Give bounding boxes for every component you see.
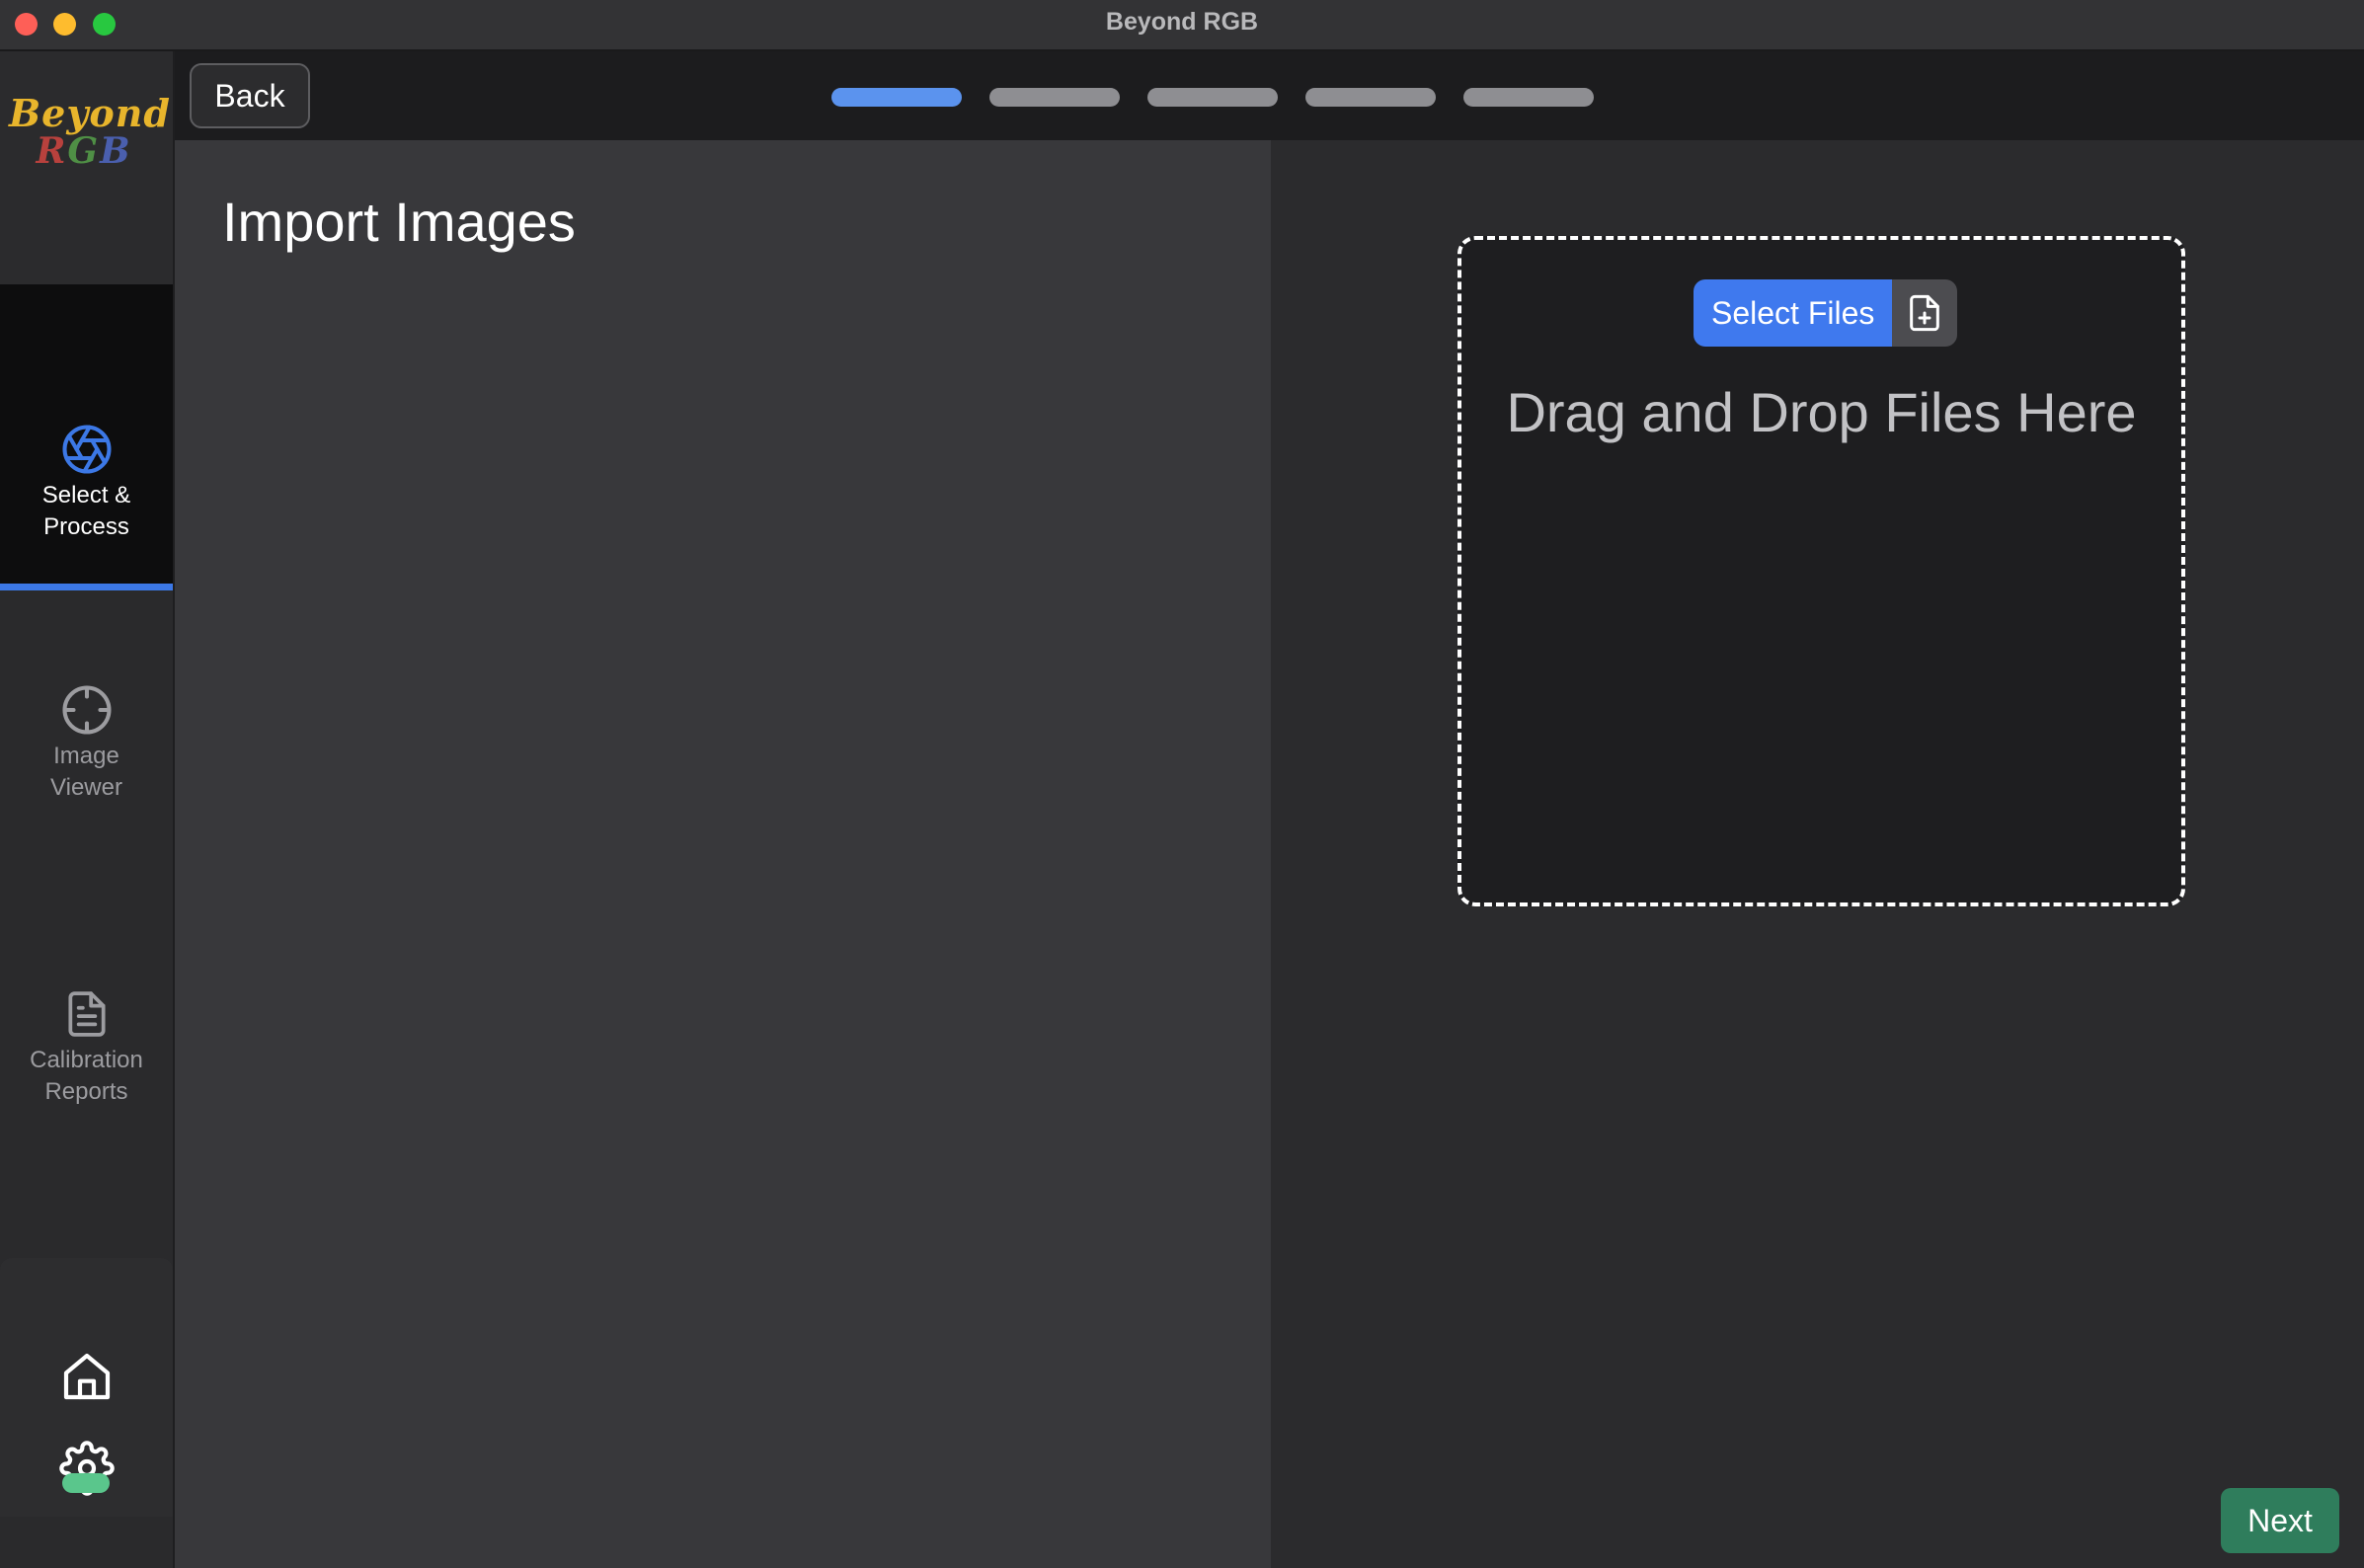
sidebar-item-calibration-reports[interactable]: Calibration Reports [0, 987, 173, 1165]
window-title: Beyond RGB [1105, 8, 1259, 36]
sidebar-item-image-viewer[interactable]: Image Viewer [0, 683, 173, 861]
progress-step-4 [1305, 88, 1436, 107]
progress-step-1 [831, 88, 962, 107]
image-list-panel: Import Images [175, 140, 1271, 1568]
progress-step-3 [1147, 88, 1278, 107]
file-dropzone[interactable]: Select Files Drag and Drop Files Here [1458, 236, 2185, 906]
back-button[interactable]: Back [190, 63, 310, 128]
top-bar: Back [175, 51, 2364, 140]
sidebar-item-label: Select & Process [41, 482, 131, 540]
file-plus-icon [1910, 294, 1940, 332]
progress-step-2 [989, 88, 1120, 107]
import-panel: Select Files Drag and Drop Files Here [1271, 140, 2364, 1568]
logo-text-beyond: Beyond [9, 91, 171, 135]
crosshair-icon [61, 685, 112, 735]
progress-step-5 [1463, 88, 1594, 107]
status-indicator [62, 1473, 110, 1493]
aperture-icon [61, 425, 112, 474]
sidebar-item-label: Image Viewer [50, 743, 122, 801]
page-title: Import Images [222, 191, 576, 253]
document-icon [67, 991, 106, 1037]
app-logo: Beyond RGB [0, 51, 173, 284]
drop-instructions: Drag and Drop Files Here [1506, 381, 2137, 443]
select-files-button[interactable]: Select Files [1694, 279, 1958, 347]
title-bar: Beyond RGB [0, 0, 2364, 51]
sidebar-item-select-process[interactable]: Select & Process [0, 284, 173, 590]
next-button[interactable]: Next [2221, 1488, 2339, 1553]
logo-text-rgb: RGB [36, 130, 132, 172]
sidebar-item-label: Calibration Reports [30, 1047, 143, 1105]
select-files-icon-box [1892, 279, 1958, 347]
home-icon[interactable] [59, 1349, 115, 1404]
select-files-label: Select Files [1694, 279, 1893, 347]
